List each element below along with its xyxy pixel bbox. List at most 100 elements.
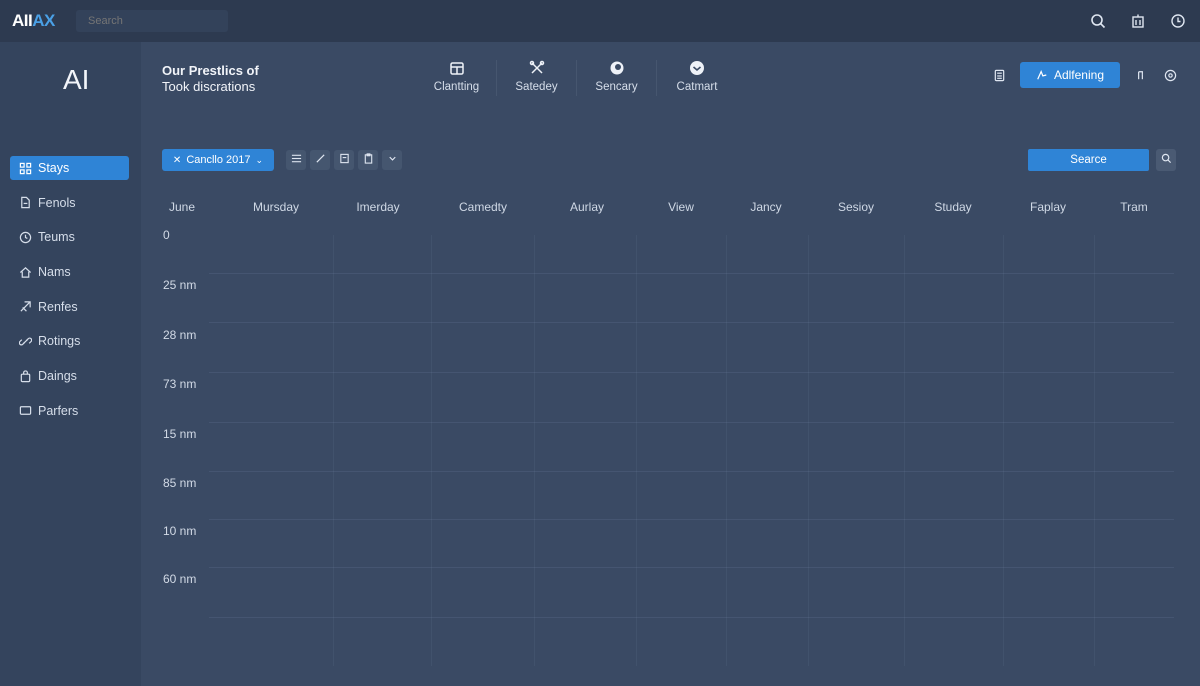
search-icon-button[interactable] xyxy=(1156,149,1176,171)
search-input[interactable] xyxy=(76,10,228,32)
grid-line xyxy=(209,617,1174,618)
sidebar-item-label: Daings xyxy=(38,369,77,384)
calendar-icon xyxy=(449,60,465,76)
header-actions: Adlfening xyxy=(990,62,1180,88)
sidebar-item-fenols[interactable]: Fenols xyxy=(10,191,129,215)
top-icons xyxy=(1088,11,1188,31)
calculator-icon[interactable] xyxy=(990,65,1010,85)
tab-catmart[interactable]: Catmart xyxy=(657,60,737,96)
grid-divider xyxy=(333,235,334,666)
person-icon xyxy=(1036,69,1048,81)
search-icon[interactable] xyxy=(1088,11,1108,31)
top-bar: AIIAX xyxy=(0,0,1200,42)
chevron-down-icon: ⌄ xyxy=(255,154,264,165)
chevron-down-icon xyxy=(387,151,398,169)
primary-action-label: Adlfening xyxy=(1053,68,1104,82)
row-label: 10 nm xyxy=(163,524,197,538)
grid-line xyxy=(209,567,1174,568)
chat-icon xyxy=(689,60,705,76)
sidebar-item-teums[interactable]: Teums xyxy=(10,225,129,249)
search-button[interactable]: Searce xyxy=(1028,149,1149,171)
list-icon xyxy=(291,151,302,169)
tools-icon xyxy=(529,60,545,76)
row-label: 73 nm xyxy=(163,377,197,391)
grid-line xyxy=(209,322,1174,323)
page-title: Our Prestlics of Took discrations xyxy=(162,63,259,95)
sidebar-item-nams[interactable]: Nams xyxy=(10,260,129,284)
grid-divider xyxy=(431,235,432,666)
more-options-button[interactable] xyxy=(382,150,402,170)
share-icon[interactable] xyxy=(1130,65,1150,85)
main-content: Our Prestlics of Took discrations Clantt… xyxy=(141,42,1200,686)
grid-line xyxy=(209,519,1174,520)
date-select[interactable]: ✕ Cancllo 2017 ⌄ xyxy=(162,149,274,171)
building-icon[interactable] xyxy=(1128,11,1148,31)
grid-line xyxy=(209,471,1174,472)
sidebar-item-renfes[interactable]: Renfes xyxy=(10,295,129,319)
edit-button[interactable] xyxy=(310,150,330,170)
column-header: Aurlay xyxy=(569,200,605,214)
grid-divider xyxy=(1094,235,1095,666)
tab-sencary[interactable]: Sencary xyxy=(577,60,657,96)
column-header: June xyxy=(168,200,196,214)
link-icon xyxy=(18,334,32,348)
sidebar-item-label: Stays xyxy=(38,161,70,175)
sidebar-item-label: Renfes xyxy=(38,299,78,314)
clock-icon xyxy=(18,230,32,244)
brand-part2: AX xyxy=(32,11,55,30)
clipboard-button[interactable] xyxy=(358,150,378,170)
pencil-icon xyxy=(315,151,326,169)
tab-satedey[interactable]: Satedey xyxy=(497,60,577,96)
copy-button[interactable] xyxy=(334,150,354,170)
primary-action-button[interactable]: Adlfening xyxy=(1019,62,1120,88)
column-header: Mursday xyxy=(252,200,300,214)
calendar-grid[interactable]: 0 25 nm 28 nm 73 nm 15 nm 85 nm 10 nm 60… xyxy=(141,227,1200,686)
tab-label: Catmart xyxy=(676,81,718,93)
row-label: 85 nm xyxy=(163,476,197,490)
box-icon xyxy=(18,404,32,418)
sidebar-item-parfers[interactable]: Parfers xyxy=(10,399,129,423)
clipboard-icon xyxy=(363,151,374,169)
clock-icon[interactable] xyxy=(1168,11,1188,31)
row-label: 60 nm xyxy=(163,572,197,586)
row-label: 0 xyxy=(163,228,170,242)
sidebar-item-daings[interactable]: Daings xyxy=(10,364,129,388)
sidebar-logo: AI xyxy=(63,64,90,95)
column-header: Camedty xyxy=(458,200,508,214)
row-label: 15 nm xyxy=(163,427,197,441)
column-header: Sesioy xyxy=(837,200,875,214)
grid-line xyxy=(209,273,1174,274)
tab-label: Satedey xyxy=(515,81,558,93)
page-title-line1: Our Prestlics of xyxy=(162,63,259,78)
column-header: Tram xyxy=(1120,200,1148,214)
calendar-column-headers: June Mursday Imerday Camedty Aurlay View… xyxy=(141,200,1200,216)
grid-divider xyxy=(534,235,535,666)
column-header: View xyxy=(668,200,694,214)
sidebar-item-label: Nams xyxy=(38,265,71,280)
list-view-button[interactable] xyxy=(286,150,306,170)
column-header: Studay xyxy=(934,200,972,214)
grid-line xyxy=(209,372,1174,373)
arrow-icon xyxy=(18,300,32,314)
sidebar-item-label: Teums xyxy=(38,230,75,245)
settings-icon[interactable] xyxy=(1160,65,1180,85)
sidebar-nav: Stays Fenols Teums Nams Renfes Rotings D… xyxy=(10,156,129,434)
sidebar: AI Stays Fenols Teums Nams Renfes Roting… xyxy=(0,42,141,686)
brand-logo[interactable]: AIIAX xyxy=(12,11,55,31)
sidebar-item-label: Fenols xyxy=(38,195,76,210)
grid-divider xyxy=(636,235,637,666)
tab-label: Sencary xyxy=(595,81,638,93)
grid-line xyxy=(209,422,1174,423)
grid-divider xyxy=(808,235,809,666)
tab-clantting[interactable]: Clantting xyxy=(417,60,497,96)
grid-divider xyxy=(1003,235,1004,666)
search-icon xyxy=(1161,151,1172,169)
scissors-icon: ✕ xyxy=(172,154,182,166)
brand-part1: AII xyxy=(12,11,33,30)
sidebar-item-label: Parfers xyxy=(38,403,79,418)
column-header: Jancy xyxy=(750,200,782,214)
sidebar-item-rotings[interactable]: Rotings xyxy=(10,329,129,353)
column-header: Imerday xyxy=(356,200,400,214)
row-label: 28 nm xyxy=(163,328,197,342)
sidebar-item-stays[interactable]: Stays xyxy=(10,156,129,180)
